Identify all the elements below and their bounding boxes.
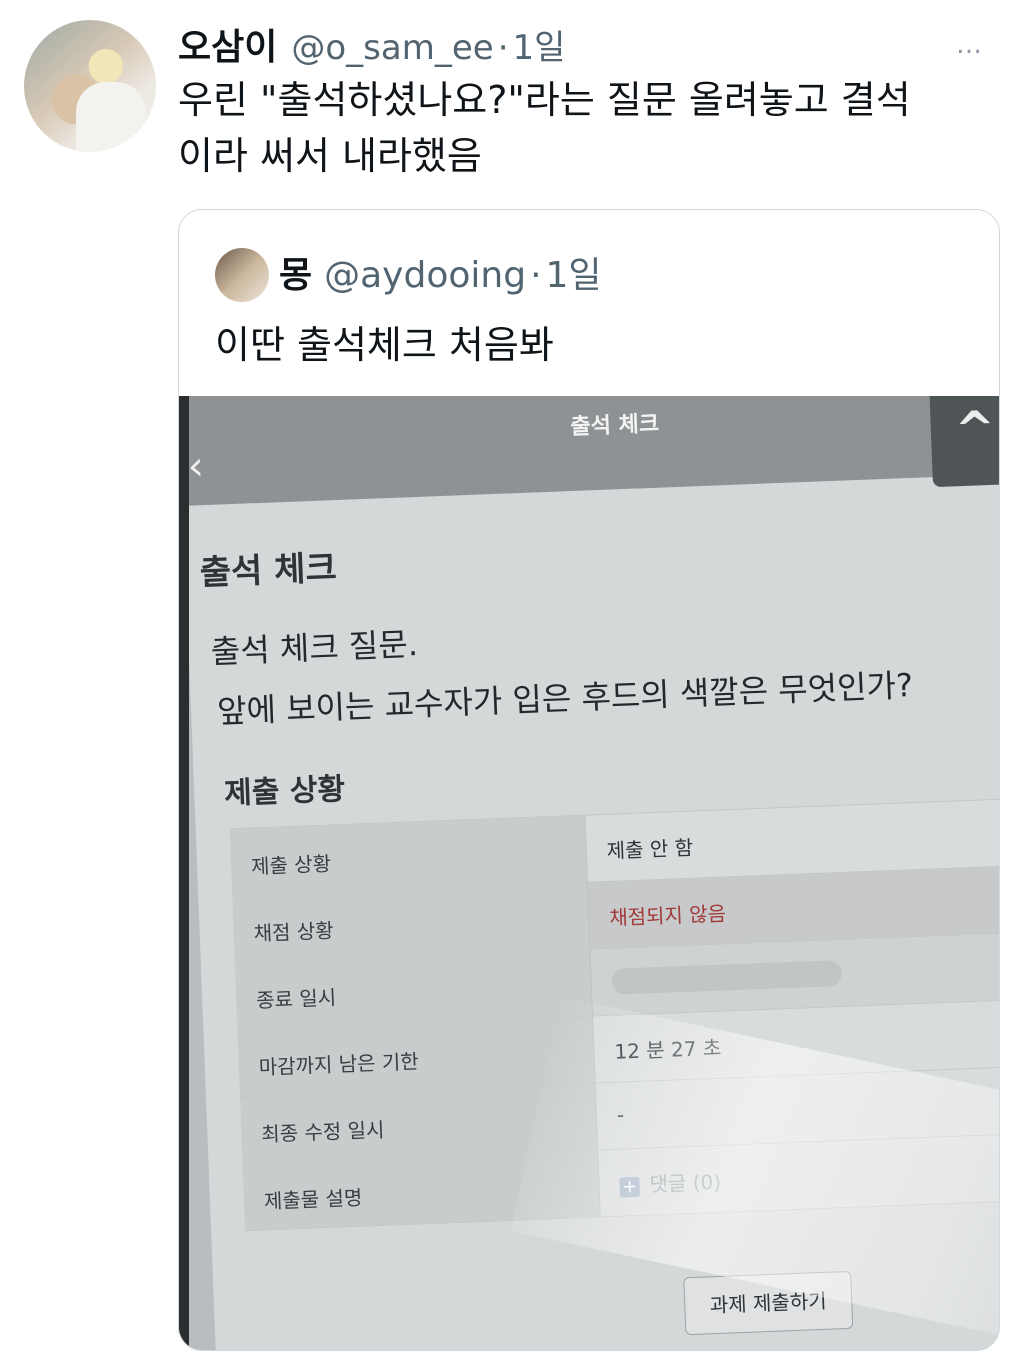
status-heading: 제출 상황	[223, 771, 346, 812]
row-label: 제출물 설명	[242, 1150, 601, 1231]
blurred-date	[611, 959, 843, 995]
question-title: 출석 체크 질문.	[210, 625, 419, 671]
tweet-text: 우린 "출석하셨나요?"라는 질문 올려놓고 결석 이라 써서 내라했음	[178, 78, 911, 178]
author-display-name[interactable]: 오삼이	[178, 18, 277, 70]
tweet-timestamp[interactable]: 1일	[513, 20, 566, 69]
quoted-tweet-card[interactable]: 몽 @aydooing · 1일 이딴 출석체크 처음봐 ‹ 출석 체크 ^ 출…	[178, 209, 1000, 1351]
author-handle[interactable]: @o_sam_ee	[291, 28, 493, 68]
chevron-up-icon: ^	[953, 400, 997, 459]
row-label: 제출 상황	[229, 815, 588, 896]
quoted-tweet-text: 이딴 출석체크 처음봐	[215, 323, 554, 367]
photographed-screen: ‹ 출석 체크 ^ 출석 체크 출석 체크 질문. 앞에 보이는 교수자가 입은…	[179, 396, 999, 1350]
row-label: 종료 일시	[234, 949, 594, 1030]
plus-icon: +	[619, 1176, 641, 1198]
quoted-tweet-timestamp: 1일	[545, 255, 602, 296]
quoted-tweet-header: 몽 @aydooing · 1일	[279, 246, 602, 298]
attached-photo[interactable]: ‹ 출석 체크 ^ 출석 체크 출석 체크 질문. 앞에 보이는 교수자가 입은…	[179, 396, 999, 1350]
submit-assignment-button: 과제 제출하기	[683, 1270, 854, 1336]
row-label: 최종 수정 일시	[239, 1083, 599, 1164]
question-text: 앞에 보이는 교수자가 입은 후드의 색깔은 무엇인가?	[216, 666, 914, 731]
collapse-button: ^	[929, 396, 999, 488]
author-avatar[interactable]	[24, 20, 156, 152]
tweet-header: 오삼이 @o_sam_ee · 1일	[178, 18, 565, 68]
comment-link: 댓글 (0)	[649, 1169, 722, 1197]
submission-status-table: 제출 상황 제출 안 함 채점 상황 채점되지 않음 종료 일시 마감까지 남은…	[229, 797, 999, 1232]
page-heading: 출석 체크	[199, 548, 338, 594]
back-chevron-icon: ‹	[186, 443, 205, 490]
quoted-author-avatar	[215, 248, 269, 302]
quoted-author-display-name: 몽	[279, 255, 313, 296]
topbar-title: 출석 체크	[570, 411, 660, 440]
device-bezel	[179, 396, 189, 1350]
app-topbar: ‹ 출석 체크	[179, 396, 999, 506]
quoted-author-handle: @aydooing	[324, 255, 527, 296]
separator-dot: ·	[497, 28, 509, 68]
more-options-icon[interactable]: …	[956, 30, 983, 60]
row-label: 마감까지 남은 기한	[237, 1016, 596, 1097]
row-label: 채점 상황	[232, 882, 591, 963]
quoted-separator-dot: ·	[530, 255, 542, 296]
